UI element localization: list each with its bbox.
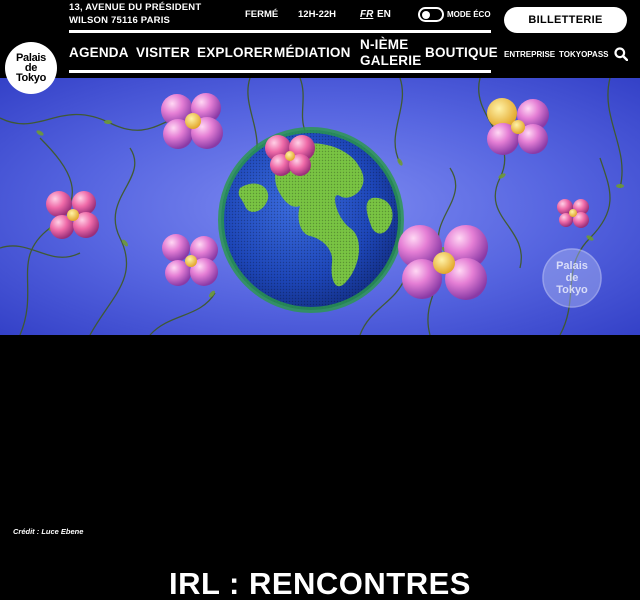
nav-boutique[interactable]: BOUTIQUE (425, 45, 498, 60)
svg-text:Tokyo: Tokyo (556, 284, 588, 296)
page-title: IRL : RENCONTRES (169, 566, 471, 600)
logo-word-3: Tokyo (15, 72, 47, 84)
link-tokyopass[interactable]: TOKYOPASS (559, 50, 609, 59)
palais-de-tokyo-logo[interactable]: Palais de Tokyo (5, 42, 57, 94)
nav-visiter[interactable]: VISITER (136, 45, 190, 60)
nav-explorer[interactable]: EXPLORER (197, 45, 273, 60)
nav-mediation[interactable]: MÉDIATION (274, 45, 351, 60)
header-divider-top (69, 30, 491, 33)
watermark-logo: Palais de Tokyo (542, 248, 602, 308)
eco-mode-label: MODE ÉCO (447, 10, 491, 19)
image-credit: Crédit : Luce Ebene (13, 527, 84, 536)
opening-status: FERMÉ (245, 9, 279, 20)
eco-mode-toggle[interactable] (418, 7, 444, 22)
header-divider-bottom (69, 70, 491, 73)
nav-n-ieme-galerie[interactable]: N-IÈME GALERIE (360, 37, 421, 69)
opening-hours: 12H-22H (298, 9, 337, 20)
ticketing-button[interactable]: BILLETTERIE (504, 7, 627, 33)
site-header: 13, AVENUE DU PRÉSIDENT WILSON 75116 PAR… (0, 0, 640, 78)
toggle-knob (422, 10, 430, 19)
museum-address: 13, AVENUE DU PRÉSIDENT WILSON 75116 PAR… (69, 1, 201, 27)
language-en-link[interactable]: EN (377, 9, 391, 20)
language-fr-link[interactable]: FR (360, 9, 373, 20)
nav-galerie-line-1: N-IÈME (360, 37, 409, 52)
address-line-1: 13, AVENUE DU PRÉSIDENT (69, 2, 202, 13)
nav-agenda[interactable]: AGENDA (69, 45, 129, 60)
svg-text:Palais: Palais (556, 260, 588, 272)
search-icon[interactable] (614, 47, 629, 62)
address-line-2: WILSON 75116 PARIS (69, 15, 171, 26)
nav-galerie-line-2: GALERIE (360, 53, 422, 68)
hero-artwork-image: Palais de Tokyo (0, 78, 640, 335)
svg-text:de: de (566, 272, 579, 284)
link-entreprise[interactable]: ENTREPRISE (504, 50, 555, 59)
